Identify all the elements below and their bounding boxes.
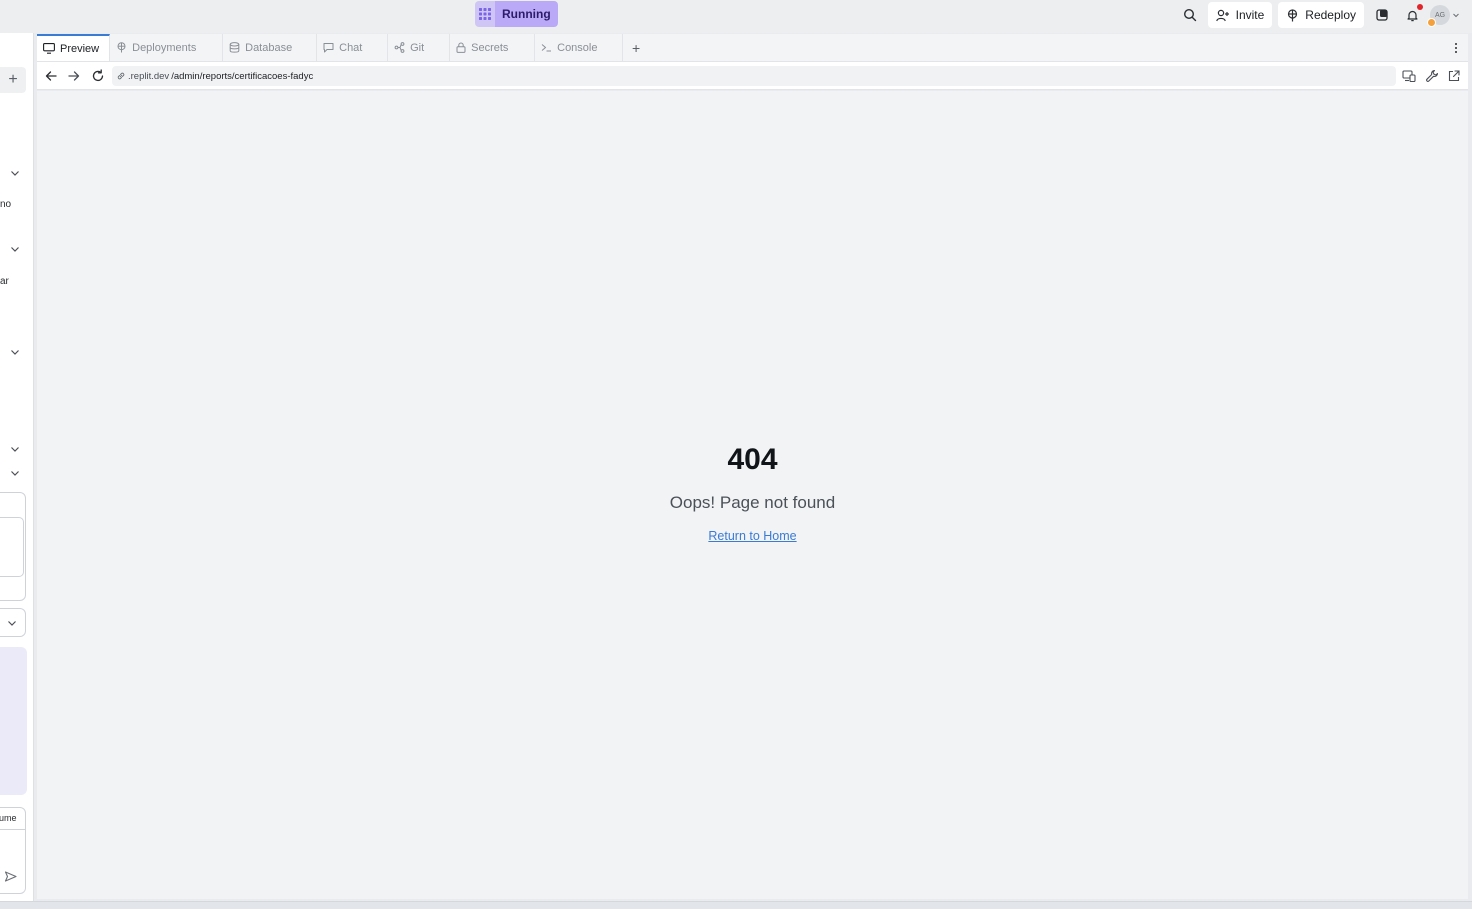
running-button[interactable]: Running	[495, 1, 558, 27]
redeploy-label: Redeploy	[1305, 8, 1356, 22]
avatar-badge	[1427, 18, 1436, 27]
deployments-icon	[116, 42, 127, 53]
deploy-icon	[1286, 8, 1299, 22]
devices-icon[interactable]	[1402, 69, 1416, 83]
text-area[interactable]	[0, 517, 24, 577]
terminal-icon	[541, 42, 552, 53]
error-code: 404	[727, 443, 778, 476]
tab-label: Database	[245, 41, 293, 54]
url-host: .replit.dev	[128, 70, 170, 82]
url-input[interactable]: .replit.dev/admin/reports/certificacoes-…	[112, 66, 1396, 86]
link-icon	[116, 71, 126, 81]
avatar-initials: AG	[1434, 11, 1446, 19]
left-panel: + no ar ume	[0, 33, 34, 901]
invite-label: Invite	[1235, 8, 1265, 22]
tab-git[interactable]: Git	[388, 34, 451, 61]
add-user-icon	[1215, 9, 1230, 22]
address-bar: .replit.dev/admin/reports/certificacoes-…	[37, 62, 1468, 90]
tab-label: Git	[410, 41, 425, 54]
chevron-down-icon[interactable]	[9, 443, 21, 455]
notification-dot	[1417, 4, 1423, 10]
chevron-down-icon[interactable]	[9, 346, 21, 358]
top-right-actions: Invite Redeploy AG	[1178, 2, 1460, 28]
tab-chat[interactable]: Chat	[317, 34, 389, 61]
notifications-bell-icon[interactable]	[1400, 3, 1424, 27]
send-icon[interactable]	[4, 870, 17, 883]
tab-label: Console	[557, 41, 598, 54]
tab-console[interactable]: Console	[535, 34, 624, 61]
error-message: Oops! Page not found	[669, 493, 836, 512]
message-composer: ume	[0, 807, 26, 894]
git-icon	[394, 42, 405, 53]
avatar[interactable]: AG	[1427, 5, 1450, 27]
tab-label: Chat	[339, 41, 363, 54]
search-icon[interactable]	[1178, 3, 1202, 27]
back-arrow-icon[interactable]	[44, 69, 58, 83]
lock-icon	[456, 42, 466, 53]
apps-grid-icon[interactable]	[475, 1, 495, 27]
wrench-icon[interactable]	[1425, 69, 1439, 83]
redeploy-button[interactable]: Redeploy	[1278, 2, 1364, 28]
tab-preview[interactable]: Preview	[37, 34, 111, 61]
forward-arrow-icon[interactable]	[67, 69, 81, 83]
truncated-text: no	[0, 199, 12, 210]
tab-deployments[interactable]: Deployments	[110, 34, 224, 61]
monitor-icon	[43, 43, 55, 54]
chevron-down-icon[interactable]	[9, 467, 21, 479]
chevron-down-icon	[8, 621, 16, 626]
chevron-down-icon[interactable]	[9, 167, 21, 179]
preview-pane: 404 Oops! Page not found Return to Home	[37, 91, 1468, 899]
chevron-down-icon[interactable]	[9, 243, 21, 255]
composer-header: ume	[0, 808, 25, 830]
tab-database[interactable]: Database	[223, 34, 318, 61]
more-options-icon[interactable]	[1444, 34, 1468, 61]
new-tab-plus-icon[interactable]: +	[0, 67, 26, 93]
chat-icon	[323, 42, 334, 53]
run-controls: Running	[475, 1, 558, 27]
tab-strip: Preview Deployments Database Chat Git Se…	[37, 34, 1468, 62]
chat-bubble-icon[interactable]	[1370, 3, 1394, 27]
tab-label: Secrets	[471, 41, 509, 54]
database-icon	[229, 42, 240, 53]
select-box[interactable]	[0, 608, 26, 637]
top-bar: Running Invite Redeploy AG	[0, 0, 1472, 33]
return-home-link[interactable]: Return to Home	[37, 529, 1468, 543]
input-card	[0, 492, 26, 601]
invite-button[interactable]: Invite	[1207, 2, 1273, 28]
info-card	[0, 647, 27, 795]
tab-secrets[interactable]: Secrets	[450, 34, 536, 61]
tab-label: Preview	[60, 42, 100, 55]
account-menu[interactable]: AG	[1427, 5, 1460, 27]
reload-icon[interactable]	[91, 69, 105, 83]
truncated-text: ar	[0, 276, 9, 287]
tab-label: Deployments	[132, 41, 197, 54]
bottom-edge	[0, 901, 1472, 909]
chevron-down-icon	[1452, 11, 1460, 19]
url-path: /admin/reports/certificacoes-fadyc	[171, 70, 314, 82]
add-tab-plus-icon[interactable]: +	[623, 34, 649, 61]
open-external-icon[interactable]	[1447, 69, 1461, 83]
